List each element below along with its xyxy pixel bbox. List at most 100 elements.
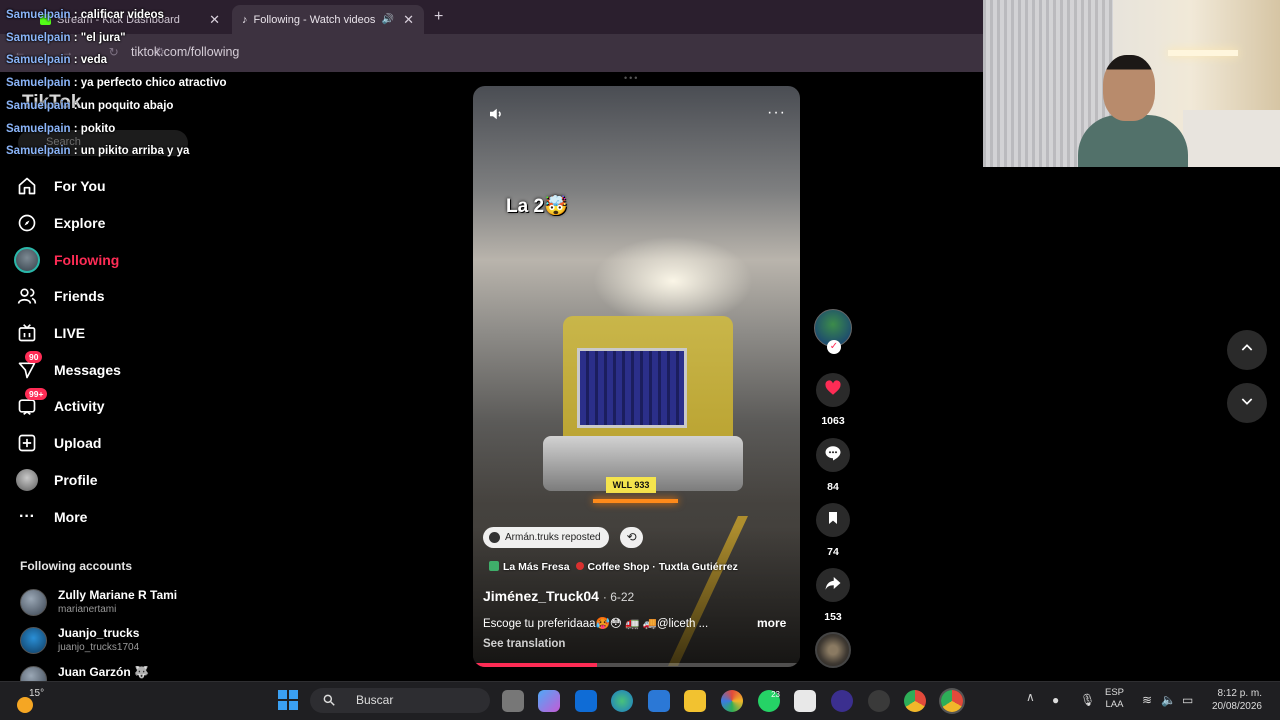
see-translation-button[interactable]: See translation [483, 638, 565, 650]
caption-more-button[interactable]: more [757, 616, 786, 630]
sidebar-item-label: For You [54, 178, 106, 195]
video-more-icon[interactable]: ··· [767, 104, 786, 122]
home-icon [14, 173, 40, 199]
sidebar-item-more[interactable]: ··· More [14, 498, 214, 535]
wifi-icon[interactable]: ≋ [1142, 693, 1152, 707]
lang-bottom: LAA [1105, 699, 1124, 710]
account-handle: juanjo_trucks1704 [58, 642, 140, 653]
sidebar-item-following[interactable]: Following [14, 241, 214, 278]
account-name: Juanjo_trucks [58, 626, 140, 640]
next-video-button[interactable] [1227, 383, 1267, 423]
video-player[interactable]: WLL 933 ··· La 2🤯 Armán.truks reposted ⟲… [473, 86, 800, 667]
task-view-icon[interactable] [502, 690, 524, 712]
chat-line: Samuelpain : pokito [6, 118, 306, 141]
tray-app-icon[interactable]: ● [1052, 693, 1059, 707]
repost-label: Armán.truks reposted [505, 532, 601, 543]
share-button[interactable] [816, 568, 850, 602]
battery-icon[interactable]: ▭ [1182, 693, 1193, 707]
sidebar-item-upload[interactable]: Upload [14, 425, 214, 462]
friends-icon [14, 283, 40, 309]
repost-badge[interactable]: Armán.truks reposted [483, 527, 609, 548]
chat-user: Samuelpain [6, 122, 71, 135]
file-explorer-icon[interactable] [684, 690, 706, 712]
location-tag[interactable]: La Más Fresa Coffee Shop · Tuxtla Gutiérr… [489, 561, 738, 573]
sidebar-item-activity[interactable]: 99+ Activity [14, 388, 214, 425]
sidebar-item-messages[interactable]: 90 Messages [14, 351, 214, 388]
language-indicator[interactable]: ESP LAA [1105, 687, 1124, 711]
store-icon[interactable] [648, 690, 670, 712]
sidebar-item-profile[interactable]: Profile [14, 462, 214, 499]
lang-top: ESP [1105, 687, 1125, 698]
clock-date: 20/08/2026 [1211, 701, 1262, 712]
capcut-icon[interactable] [794, 690, 816, 712]
location-name: La Más Fresa [503, 561, 570, 573]
sidebar-item-live[interactable]: LIVE [14, 315, 214, 352]
chat-line: Samuelpain : ya perfecto chico atractivo [6, 72, 306, 95]
edge-icon[interactable] [611, 690, 633, 712]
stream-chat-overlay: Samuelpain : calificar videos Samuelpain… [6, 4, 306, 163]
chat-line: Samuelpain : "el jura" [6, 27, 306, 50]
chat-line: Samuelpain : un pikito arriba y ya [6, 140, 306, 163]
chrome-icon[interactable] [904, 690, 926, 712]
photos-icon[interactable] [721, 690, 743, 712]
windows-start-icon[interactable] [278, 690, 298, 710]
avatar [20, 589, 47, 616]
repost-icon[interactable]: ⟲ [620, 527, 643, 548]
new-tab-button[interactable]: + [434, 8, 443, 26]
comment-button[interactable] [816, 438, 850, 472]
video-truck-grille [577, 348, 687, 428]
author-name: Jiménez_Truck04 [483, 588, 599, 604]
app-icon[interactable] [868, 690, 890, 712]
sidebar-item-friends[interactable]: Friends [14, 278, 214, 315]
avatar [20, 666, 47, 681]
video-sky [593, 236, 753, 326]
account-name: Zully Mariane R Tami [58, 588, 178, 602]
sidebar-nav: For You Explore Following Friends LIVE 9… [14, 168, 214, 535]
comment-icon [824, 444, 842, 467]
following-account-item[interactable]: Juanjo_trucks juanjo_trucks1704 [20, 626, 220, 663]
following-account-item[interactable]: Zully Mariane R Tami marianertami [20, 588, 220, 625]
chrome-active-icon[interactable] [941, 690, 963, 712]
video-progress-fill [473, 663, 598, 667]
obs-icon[interactable] [831, 690, 853, 712]
music-disc[interactable] [815, 632, 851, 668]
dropbox-icon[interactable] [575, 690, 597, 712]
microphone-icon[interactable]: 🎙 [1080, 693, 1095, 707]
weather-temp: 15° [29, 688, 45, 699]
tray-overflow-icon[interactable]: ∧ [1026, 690, 1035, 704]
copilot-icon[interactable] [538, 690, 560, 712]
video-light-bar [593, 499, 678, 503]
profile-icon [14, 467, 40, 493]
save-count: 74 [827, 546, 839, 558]
followed-check-icon[interactable]: ✓ [827, 340, 841, 354]
whatsapp-icon[interactable]: 23 [758, 690, 780, 712]
webcam-bed [1183, 110, 1280, 167]
taskbar-search[interactable]: Buscar [310, 688, 490, 713]
video-author[interactable]: Jiménez_Truck04 · 6-22 [483, 588, 634, 604]
creator-avatar[interactable]: ✓ [814, 309, 852, 354]
close-icon[interactable]: ✕ [403, 12, 414, 28]
following-account-item[interactable]: Juan Garzón 🐺 [20, 666, 220, 681]
sidebar-item-label: Activity [54, 398, 105, 415]
clock-time: 8:12 p. m. [1217, 688, 1262, 699]
like-button[interactable] [816, 373, 850, 407]
sidebar-item-explore[interactable]: Explore [14, 205, 214, 242]
chat-message: : pokito [73, 122, 116, 135]
share-count: 153 [824, 611, 842, 623]
sidebar-item-for-you[interactable]: For You [14, 168, 214, 205]
volume-icon[interactable] [487, 105, 505, 128]
save-button[interactable] [816, 503, 850, 537]
speaker-icon[interactable]: 🔈 [1161, 693, 1176, 707]
sidebar-item-label: Explore [54, 215, 106, 232]
sidebar-item-label: Messages [54, 361, 121, 378]
live-icon [14, 320, 40, 346]
taskbar-clock[interactable]: 8:12 p. m. 20/08/2026 [1208, 687, 1262, 713]
speaker-icon[interactable]: 🔊 [382, 14, 394, 25]
chat-user: Samuelpain [6, 9, 71, 21]
sidebar-item-label: More [54, 508, 88, 525]
video-caption: Escoge tu preferidaaa🥵😳 🚛 🚚@liceth ... [483, 618, 709, 630]
webcam-person-head [1103, 55, 1155, 121]
previous-video-button[interactable] [1227, 330, 1267, 370]
chat-user: Samuelpain [6, 145, 71, 158]
sidebar-item-label: Upload [54, 435, 102, 452]
